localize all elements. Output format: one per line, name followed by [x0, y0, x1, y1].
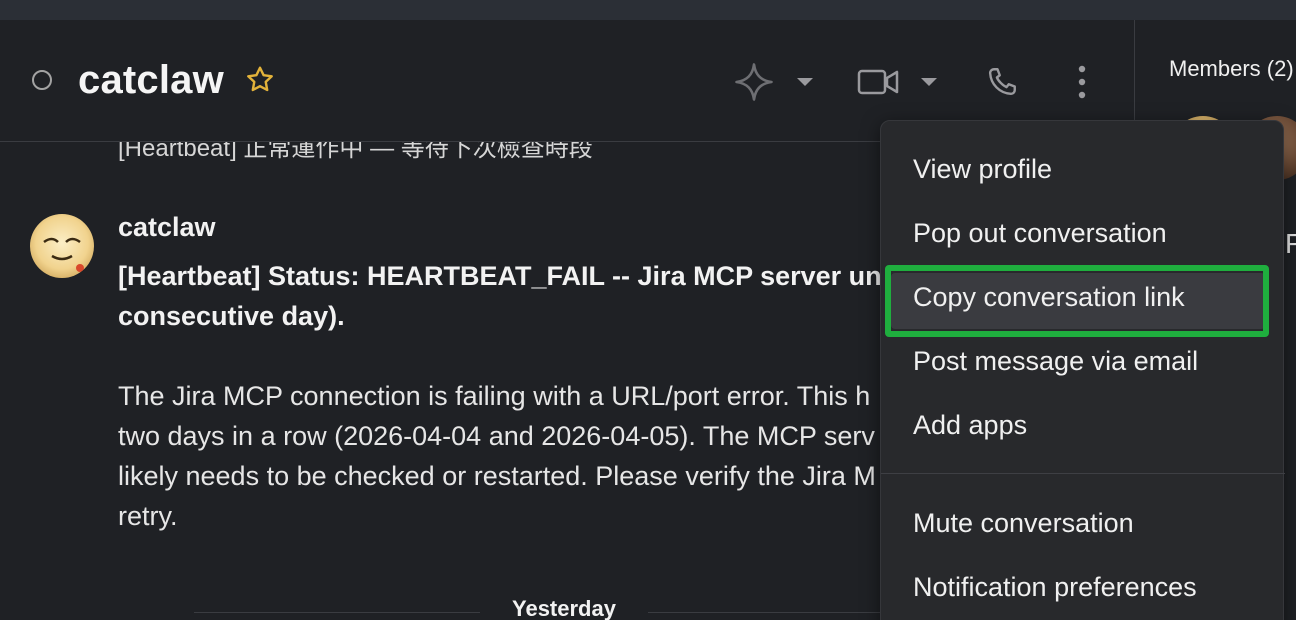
presence-away-icon [32, 70, 52, 90]
message-line: two days in a row (2026-04-04 and 2026-0… [118, 421, 875, 451]
menu-divider [881, 473, 1285, 474]
top-strip [0, 0, 1296, 20]
previous-message-text: [Heartbeat] 正常運作中 — 等待下次檢查時段 [118, 142, 593, 162]
more-vertical-icon[interactable] [1064, 60, 1100, 104]
chevron-down-icon[interactable] [916, 72, 942, 92]
menu-item-view-profile[interactable]: View profile [881, 141, 1285, 197]
menu-item-pop-out-conversation[interactable]: Pop out conversation [881, 205, 1285, 261]
day-divider-label[interactable]: Yesterday [480, 596, 648, 620]
conversation-options-menu: View profile Pop out conversation Copy c… [880, 120, 1285, 620]
conversation-title[interactable]: catclaw [78, 58, 224, 103]
phone-icon[interactable] [980, 60, 1024, 104]
message-line: consecutive day). [118, 301, 345, 331]
menu-item-post-message-via-email[interactable]: Post message via email [881, 333, 1285, 389]
panel-letter: F [1285, 228, 1296, 259]
message-body: The Jira MCP connection is failing with … [118, 376, 938, 536]
avatar[interactable] [30, 214, 94, 278]
message-line: The Jira MCP connection is failing with … [118, 381, 871, 411]
message-line: likely needs to be checked or restarted.… [118, 461, 876, 491]
message-line: [Heartbeat] Status: HEARTBEAT_FAIL -- Ji… [118, 261, 908, 291]
members-label[interactable]: Members (2) [1169, 56, 1294, 82]
menu-item-mute-conversation[interactable]: Mute conversation [881, 495, 1285, 551]
highlight-box [885, 265, 1269, 337]
sparkle-icon[interactable] [732, 60, 776, 104]
message-line: retry. [118, 501, 178, 531]
chevron-down-icon[interactable] [792, 72, 818, 92]
message-heading: [Heartbeat] Status: HEARTBEAT_FAIL -- Ji… [118, 256, 938, 336]
video-camera-icon[interactable] [856, 62, 900, 102]
message-author[interactable]: catclaw [118, 212, 216, 243]
menu-item-notification-preferences[interactable]: Notification preferences [881, 559, 1285, 615]
star-icon[interactable] [244, 64, 276, 96]
menu-item-add-apps[interactable]: Add apps [881, 397, 1285, 453]
